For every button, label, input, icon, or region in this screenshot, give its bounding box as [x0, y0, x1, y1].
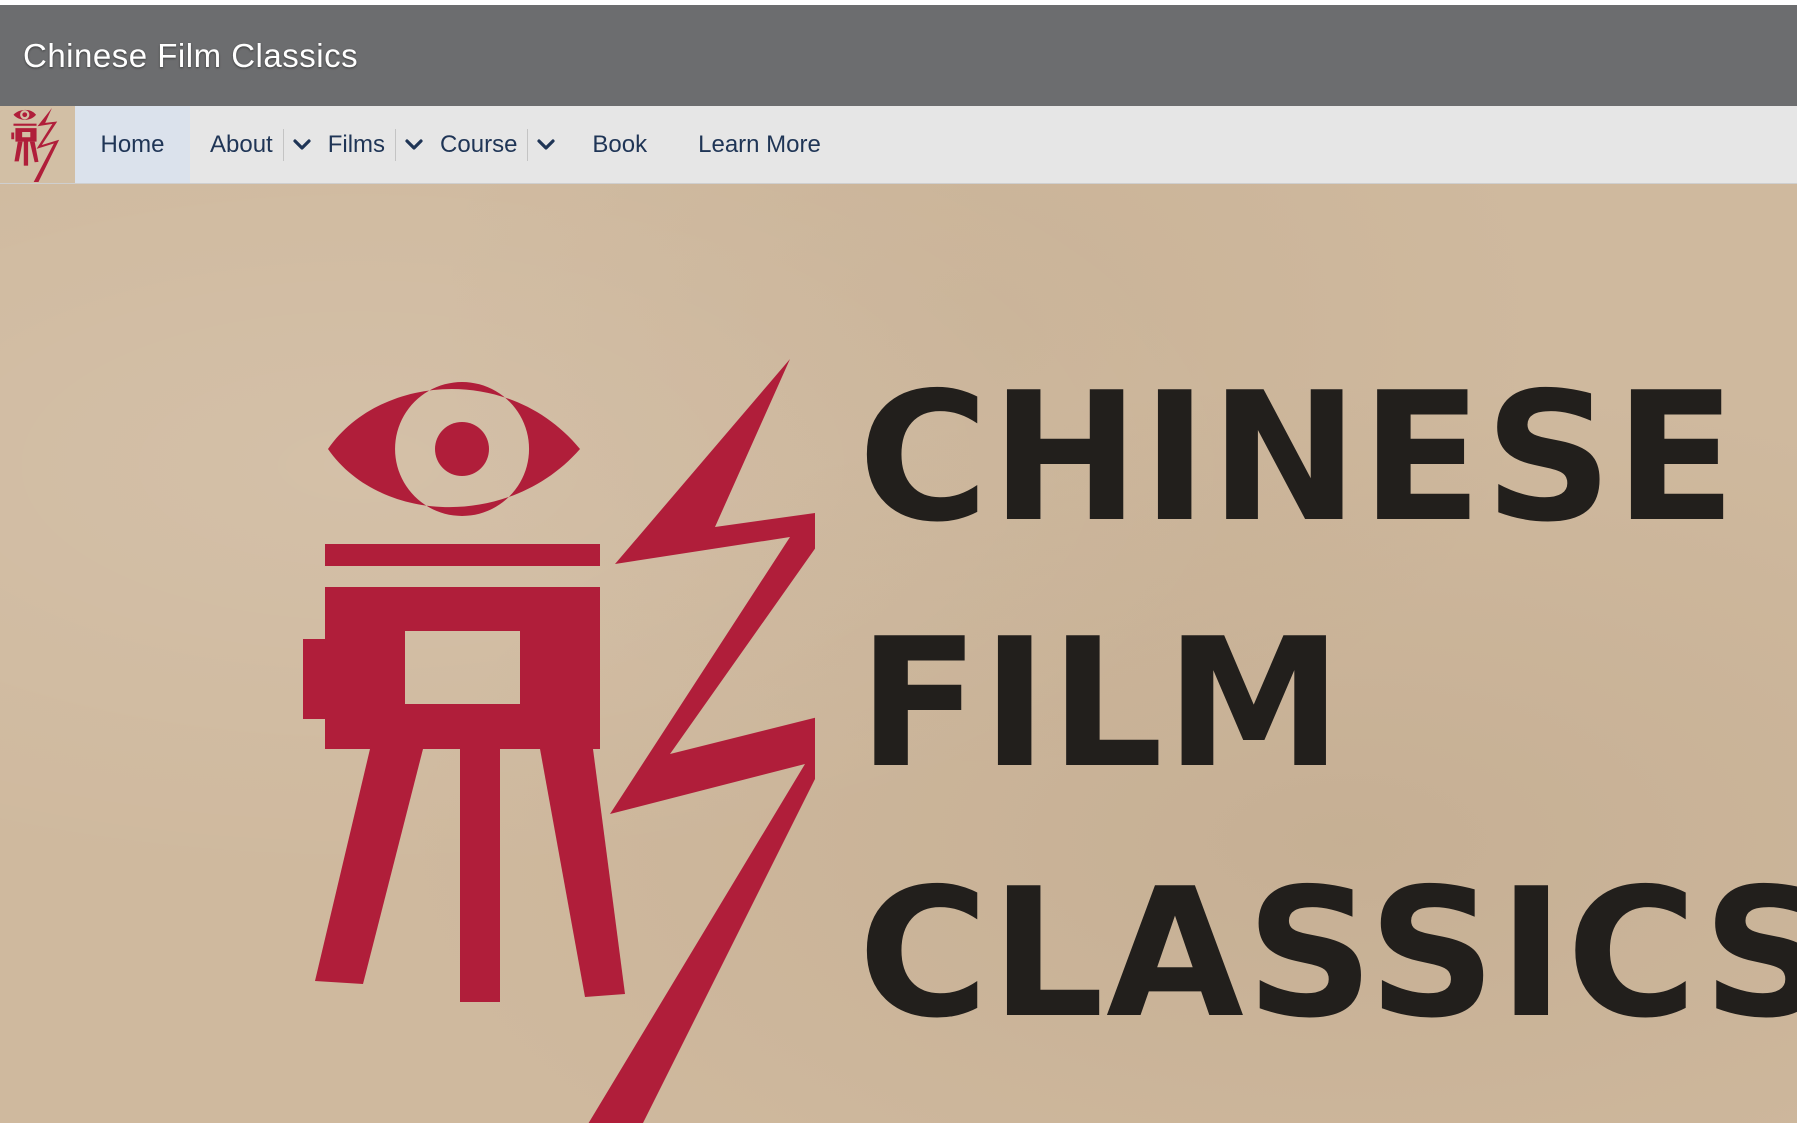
- main-nav: Home About Films Course Book Learn More: [0, 106, 1797, 184]
- nav-item-course[interactable]: Course: [440, 106, 517, 183]
- hero-wordmark-line: CHINESE: [858, 354, 1739, 561]
- films-dropdown-toggle[interactable]: [396, 106, 432, 183]
- camera-eye-lightning-logo-icon: [303, 359, 815, 1123]
- nav-item-home[interactable]: Home: [75, 106, 190, 183]
- nav-item-about-label: About: [210, 130, 273, 158]
- camera-eye-lightning-logo-icon: [10, 107, 59, 182]
- hero-wordmark-line: CLASSICS: [858, 850, 1797, 1057]
- nav-item-home-label: Home: [100, 130, 165, 158]
- chevron-down-icon: [405, 138, 423, 150]
- hero-wordmark-line: FILM: [858, 600, 1345, 807]
- about-dropdown-toggle[interactable]: [284, 106, 320, 183]
- chevron-down-icon: [537, 138, 556, 150]
- site-title[interactable]: Chinese Film Classics: [23, 37, 358, 75]
- nav-item-films-label: Films: [327, 130, 386, 158]
- nav-item-learn-more-label: Learn More: [698, 130, 821, 158]
- title-bar: Chinese Film Classics: [0, 5, 1797, 106]
- nav-item-book[interactable]: Book: [592, 106, 647, 183]
- chevron-down-icon: [293, 138, 311, 150]
- page: Chinese Film Classics Home About Films C…: [0, 0, 1797, 1123]
- nav-item-about[interactable]: About: [210, 106, 273, 183]
- nav-item-films[interactable]: Films: [328, 106, 385, 183]
- nav-item-learn-more[interactable]: Learn More: [698, 106, 821, 183]
- hero-banner: CHINESE FILM CLASSICS: [0, 184, 1797, 1123]
- nav-item-course-label: Course: [440, 130, 518, 158]
- site-logo-link[interactable]: [0, 106, 75, 183]
- nav-item-book-label: Book: [592, 130, 648, 158]
- course-dropdown-toggle[interactable]: [528, 106, 564, 183]
